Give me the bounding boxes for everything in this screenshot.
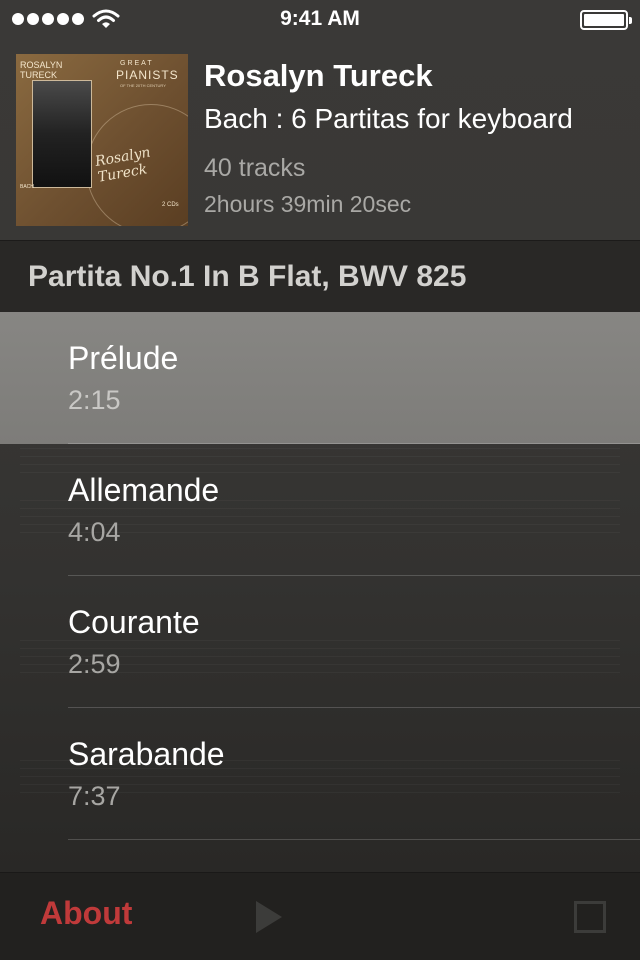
- status-time: 9:41 AM: [280, 7, 360, 30]
- track-name: Courante: [68, 604, 200, 640]
- track-count: 40 tracks: [204, 154, 306, 182]
- section-header: Partita No.1 In B Flat, BWV 825: [0, 240, 640, 313]
- play-icon: [256, 901, 282, 933]
- track-name: Prélude: [68, 340, 179, 376]
- battery-fill: [584, 14, 624, 26]
- section-title: Partita No.1 In B Flat, BWV 825: [28, 259, 467, 293]
- track-row[interactable]: Allemande 4:04: [0, 444, 640, 576]
- track-time: 2:15: [68, 385, 121, 415]
- cover-series-title: PIANISTS: [116, 68, 179, 82]
- album-cover[interactable]: ROSALYN TURECK GREAT PIANISTS OF THE 20T…: [16, 54, 188, 226]
- cover-portrait: [32, 80, 92, 188]
- cover-composer: BACH: [20, 184, 34, 190]
- battery-icon: [580, 10, 632, 30]
- cover-series-subtitle: OF THE 20TH CENTURY: [120, 83, 166, 88]
- track-row[interactable]: Sarabande 7:37: [0, 708, 640, 840]
- track-time: 7:37: [68, 781, 121, 811]
- track-name: Allemande: [68, 472, 220, 508]
- cover-disc-count: 2 CDs: [162, 202, 179, 208]
- track-row[interactable]: Prélude 2:15: [0, 312, 640, 444]
- track-list: Prélude 2:15 Allemande 4:04 Courante 2:5…: [0, 312, 640, 840]
- about-button[interactable]: About: [40, 895, 132, 932]
- artist-name: Rosalyn Tureck: [204, 58, 433, 93]
- cover-artist-name: ROSALYN TURECK: [20, 60, 63, 80]
- track-time: 2:59: [68, 649, 121, 679]
- album-header: ROSALYN TURECK GREAT PIANISTS OF THE 20T…: [0, 40, 640, 240]
- stop-icon: [574, 901, 606, 933]
- track-time: 4:04: [68, 517, 121, 547]
- bottom-toolbar: About: [0, 872, 640, 960]
- status-bar: 9:41 AM: [0, 0, 640, 40]
- album-title: Bach : 6 Partitas for keyboard: [204, 103, 573, 134]
- track-row[interactable]: Courante 2:59: [0, 576, 640, 708]
- cover-series-label: GREAT: [120, 60, 154, 67]
- track-name: Sarabande: [68, 736, 225, 772]
- album-duration: 2hours 39min 20sec: [204, 191, 412, 217]
